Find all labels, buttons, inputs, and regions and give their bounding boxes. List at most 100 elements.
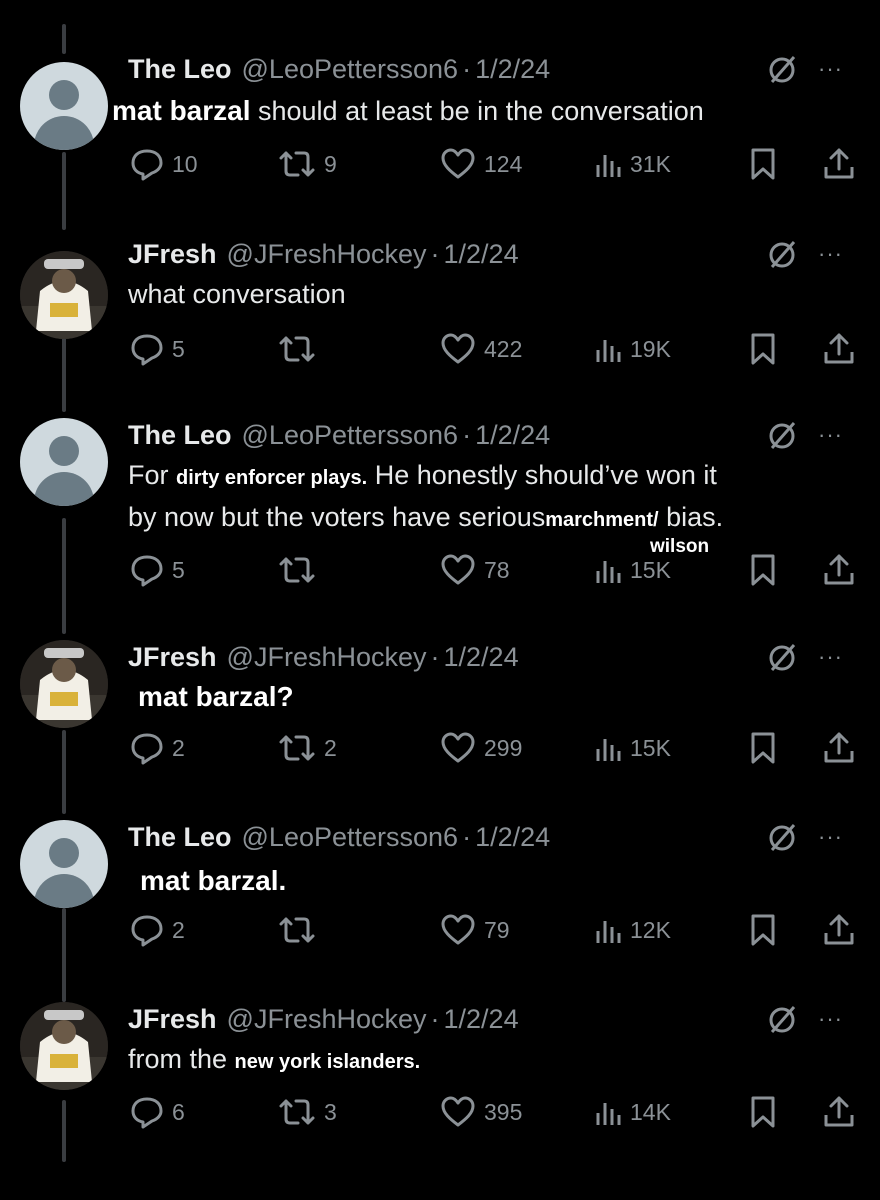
retweet-button[interactable] — [278, 910, 324, 950]
avatar[interactable] — [20, 1002, 108, 1090]
grok-icon[interactable] — [764, 418, 800, 454]
bookmark-button[interactable] — [748, 728, 786, 768]
retweet-icon — [278, 553, 324, 587]
bookmark-icon — [748, 332, 786, 366]
like-button[interactable]: 78 — [440, 550, 510, 590]
separator-dot: · — [430, 1003, 440, 1034]
views-chart-icon — [594, 147, 630, 181]
author-name[interactable]: The Leo — [128, 822, 232, 853]
more-options-icon[interactable]: ··· — [818, 824, 843, 850]
reply-button[interactable]: 5 — [130, 329, 185, 369]
tweet-date[interactable]: 1/2/24 — [444, 1004, 519, 1035]
reply-button[interactable]: 5 — [130, 550, 185, 590]
bookmark-button[interactable] — [748, 144, 786, 184]
retweet-icon — [278, 147, 324, 181]
avatar[interactable] — [20, 418, 108, 506]
views-button[interactable]: 12K — [594, 910, 671, 950]
grok-icon[interactable] — [764, 820, 800, 856]
separator-dot: · — [462, 419, 472, 450]
tweet-date[interactable]: 1/2/24 — [444, 642, 519, 673]
more-options-icon[interactable]: ··· — [818, 241, 843, 267]
replies-count: 6 — [172, 1098, 185, 1125]
bookmark-icon — [748, 1095, 786, 1129]
share-icon — [822, 731, 864, 765]
like-button[interactable]: 124 — [440, 144, 522, 184]
author-name[interactable]: JFresh — [128, 1004, 217, 1035]
bookmark-button[interactable] — [748, 1092, 786, 1132]
tweet-date[interactable]: 1/2/24 — [475, 54, 550, 85]
action-bar: 2 2 299 15K — [0, 728, 880, 768]
share-button[interactable] — [822, 550, 864, 590]
likes-count: 124 — [484, 150, 523, 177]
share-icon — [822, 913, 864, 947]
like-button[interactable]: 395 — [440, 1092, 522, 1132]
retweet-button[interactable] — [278, 329, 324, 369]
bookmark-button[interactable] — [748, 910, 786, 950]
retweet-icon — [278, 731, 324, 765]
likes-count: 422 — [484, 335, 523, 362]
reply-button[interactable]: 2 — [130, 910, 185, 950]
retweet-button[interactable]: 3 — [278, 1092, 337, 1132]
like-button[interactable]: 79 — [440, 910, 510, 950]
author-name[interactable]: JFresh — [128, 239, 217, 270]
views-button[interactable]: 14K — [594, 1092, 671, 1132]
author-handle[interactable]: @JFreshHockey — [227, 1004, 427, 1035]
reply-button[interactable]: 6 — [130, 1092, 185, 1132]
action-bar: 10 9 124 31K — [0, 144, 880, 184]
share-button[interactable] — [822, 728, 864, 768]
separator-dot: · — [462, 53, 472, 84]
grok-icon[interactable] — [764, 52, 800, 88]
author-handle[interactable]: @JFreshHockey — [227, 642, 427, 673]
more-options-icon[interactable]: ··· — [818, 1006, 843, 1032]
reply-button[interactable]: 2 — [130, 728, 185, 768]
like-button[interactable]: 299 — [440, 728, 522, 768]
thread-line — [62, 24, 66, 54]
retweet-button[interactable]: 9 — [278, 144, 337, 184]
grok-icon[interactable] — [764, 1002, 800, 1038]
heart-icon — [440, 1095, 484, 1129]
likes-count: 395 — [484, 1098, 523, 1125]
share-button[interactable] — [822, 1092, 864, 1132]
reply-icon — [130, 731, 172, 765]
author-handle[interactable]: @JFreshHockey — [227, 239, 427, 270]
views-chart-icon — [594, 731, 630, 765]
views-button[interactable]: 31K — [594, 144, 671, 184]
tweet-date[interactable]: 1/2/24 — [475, 822, 550, 853]
more-options-icon[interactable]: ··· — [818, 644, 843, 670]
share-button[interactable] — [822, 144, 864, 184]
author-name[interactable]: JFresh — [128, 642, 217, 673]
views-count: 15K — [630, 556, 671, 583]
author-name[interactable]: The Leo — [128, 54, 232, 85]
retweet-button[interactable]: 2 — [278, 728, 337, 768]
reply-button[interactable]: 10 — [130, 144, 198, 184]
author-handle[interactable]: @LeoPettersson6 — [242, 54, 459, 85]
views-chart-icon — [594, 553, 630, 587]
tweet-date[interactable]: 1/2/24 — [444, 239, 519, 270]
author-handle[interactable]: @LeoPettersson6 — [242, 822, 459, 853]
avatar[interactable] — [20, 251, 108, 339]
share-icon — [822, 1095, 864, 1129]
share-icon — [822, 332, 864, 366]
like-button[interactable]: 422 — [440, 329, 522, 369]
grok-icon[interactable] — [764, 640, 800, 676]
avatar[interactable] — [20, 640, 108, 728]
views-button[interactable]: 15K — [594, 728, 671, 768]
action-bar: 6 3 395 14K — [0, 1092, 880, 1132]
grok-icon[interactable] — [764, 237, 800, 273]
views-button[interactable]: 19K — [594, 329, 671, 369]
more-options-icon[interactable]: ··· — [818, 56, 843, 82]
share-button[interactable] — [822, 329, 864, 369]
share-button[interactable] — [822, 910, 864, 950]
avatar[interactable] — [20, 62, 108, 150]
more-options-icon[interactable]: ··· — [818, 422, 843, 448]
retweet-button[interactable] — [278, 550, 324, 590]
author-handle[interactable]: @LeoPettersson6 — [242, 420, 459, 451]
overlay-caption: wilson — [650, 536, 710, 557]
avatar[interactable] — [20, 820, 108, 908]
tweet-text: what conversation — [128, 279, 346, 309]
author-name[interactable]: The Leo — [128, 420, 232, 451]
bookmark-button[interactable] — [748, 329, 786, 369]
separator-dot: · — [462, 821, 472, 852]
bookmark-button[interactable] — [748, 550, 786, 590]
tweet-date[interactable]: 1/2/24 — [475, 420, 550, 451]
